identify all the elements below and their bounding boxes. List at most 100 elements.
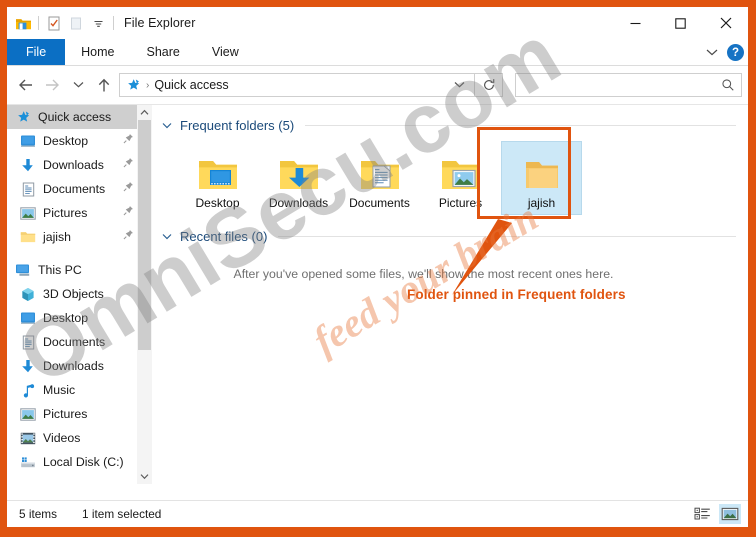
tab-share[interactable]: Share (131, 39, 196, 65)
quick-access-toolbar (7, 12, 118, 34)
recent-files-header[interactable]: Recent files (0) (161, 226, 736, 246)
videos-icon (19, 430, 37, 446)
scroll-down-icon[interactable] (137, 469, 152, 484)
sidebar-item-3d-objects[interactable]: 3D Objects (7, 282, 152, 306)
group-title: Recent files (0) (180, 228, 268, 244)
qat-separator-2 (113, 16, 114, 30)
sidebar-item-documents-qa[interactable]: Documents (7, 177, 152, 201)
annotation-label: Folder pinned in Frequent folders (407, 287, 626, 302)
tile-documents[interactable]: Documents (339, 141, 420, 215)
recent-locations-button[interactable] (65, 72, 91, 98)
caption-buttons (613, 7, 748, 39)
refresh-button[interactable] (475, 73, 503, 97)
quick-access-star-icon (120, 78, 145, 93)
sidebar-item-label: 3D Objects (43, 287, 104, 301)
minimize-button[interactable] (613, 7, 658, 39)
downloads-icon (19, 157, 37, 173)
sidebar-item-local-disk-c[interactable]: Local Disk (C:) (7, 450, 152, 474)
pin-icon[interactable] (123, 205, 134, 219)
pin-icon[interactable] (123, 181, 134, 195)
documents-icon (19, 334, 37, 350)
sidebar-item-label: Desktop (43, 134, 89, 148)
pictures-icon (19, 406, 37, 422)
large-icons-view-button[interactable] (719, 504, 741, 524)
details-view-button[interactable] (691, 504, 713, 524)
chevron-down-icon[interactable] (161, 122, 173, 129)
sidebar-item-label: Pictures (43, 206, 88, 220)
sidebar-item-videos[interactable]: Videos (7, 426, 152, 450)
3d-objects-icon (19, 286, 37, 302)
sidebar-item-desktop-qa[interactable]: Desktop (7, 129, 152, 153)
tile-downloads[interactable]: Downloads (258, 141, 339, 215)
tile-label: jajish (527, 196, 556, 210)
forward-button (39, 72, 65, 98)
title-bar: File Explorer (7, 7, 748, 39)
desktop-icon (19, 310, 37, 326)
breadcrumb-current[interactable]: Quick access (154, 78, 445, 92)
chevron-down-icon[interactable] (161, 233, 173, 240)
sidebar-item-quick-access[interactable]: Quick access (7, 105, 152, 129)
properties-icon[interactable] (43, 12, 65, 34)
sidebar-item-downloads-qa[interactable]: Downloads (7, 153, 152, 177)
music-icon (19, 382, 37, 398)
sidebar-item-downloads-pc[interactable]: Downloads (7, 354, 152, 378)
chevron-down-icon[interactable] (703, 44, 721, 62)
desktop-icon (19, 133, 37, 149)
breadcrumb[interactable]: › Quick access (119, 73, 475, 97)
status-selection: 1 item selected (82, 507, 162, 521)
folder-desktop-icon (197, 145, 239, 192)
sidebar-item-label: Downloads (43, 158, 104, 172)
sidebar-item-this-pc[interactable]: This PC (7, 258, 152, 282)
tile-label: Documents (349, 196, 410, 210)
search-input[interactable] (522, 78, 721, 92)
folder-icon[interactable] (12, 12, 34, 34)
pin-icon[interactable] (123, 133, 134, 147)
group-divider (305, 124, 736, 126)
sidebar-item-documents-pc[interactable]: Documents (7, 330, 152, 354)
navigation-pane: Quick access Desktop Downloads Documents… (7, 105, 152, 484)
sidebar-item-label: Local Disk (C:) (43, 455, 124, 469)
search-icon[interactable] (721, 78, 735, 92)
sidebar-scrollbar[interactable] (137, 105, 152, 484)
tile-pictures[interactable]: Pictures (420, 141, 501, 215)
folder-downloads-icon (278, 145, 320, 192)
sidebar-item-jajish[interactable]: jajish (7, 225, 152, 249)
sidebar-item-pictures-pc[interactable]: Pictures (7, 402, 152, 426)
sidebar-item-pictures-qa[interactable]: Pictures (7, 201, 152, 225)
explorer-body: Quick access Desktop Downloads Documents… (7, 104, 748, 484)
address-bar: › Quick access (7, 66, 748, 104)
pin-icon[interactable] (123, 229, 134, 243)
status-item-count: 5 items (19, 507, 58, 521)
screenshot-frame: File Explorer File Home Share View ? › Q… (0, 0, 756, 537)
scrollbar-thumb[interactable] (138, 120, 151, 350)
tab-file[interactable]: File (7, 39, 66, 65)
sidebar-item-label: Downloads (43, 359, 104, 373)
tile-jajish[interactable]: jajish (501, 141, 582, 215)
scroll-up-icon[interactable] (137, 105, 152, 120)
search-box[interactable] (515, 73, 742, 97)
frequent-folders-header[interactable]: Frequent folders (5) (161, 115, 736, 135)
close-button[interactable] (703, 7, 748, 39)
sidebar-item-desktop-pc[interactable]: Desktop (7, 306, 152, 330)
group-divider (278, 235, 736, 237)
new-folder-icon[interactable] (65, 12, 87, 34)
sidebar-item-label: Desktop (43, 311, 89, 325)
customize-qat-chevron-icon[interactable] (87, 12, 109, 34)
maximize-button[interactable] (658, 7, 703, 39)
tab-view[interactable]: View (196, 39, 255, 65)
pin-icon[interactable] (123, 157, 134, 171)
back-button[interactable] (13, 72, 39, 98)
pictures-icon (19, 205, 37, 221)
sidebar-item-music[interactable]: Music (7, 378, 152, 402)
tile-desktop[interactable]: Desktop (177, 141, 258, 215)
breadcrumb-dropdown-icon[interactable] (445, 81, 474, 89)
tile-label: Downloads (268, 196, 329, 210)
downloads-icon (19, 358, 37, 374)
file-explorer-window: File Explorer File Home Share View ? › Q… (7, 7, 748, 527)
tab-home[interactable]: Home (65, 39, 130, 65)
file-list-pane[interactable]: Frequent folders (5) Desktop Downloads D… (152, 105, 748, 484)
help-icon[interactable]: ? (727, 44, 744, 61)
up-button[interactable] (91, 72, 117, 98)
sidebar-item-label: Quick access (38, 110, 112, 124)
group-title: Frequent folders (5) (180, 117, 295, 133)
